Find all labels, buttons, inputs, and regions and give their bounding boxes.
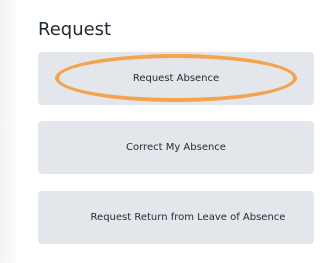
request-return-from-leave-button[interactable]: Request Return from Leave of Absence: [38, 191, 314, 244]
request-absence-button[interactable]: Request Absence: [38, 52, 314, 105]
left-panel-edge: [0, 0, 18, 263]
correct-my-absence-button[interactable]: Correct My Absence: [38, 121, 314, 174]
request-page: Request Request Absence Correct My Absen…: [0, 0, 327, 263]
section-title: Request: [38, 19, 112, 40]
